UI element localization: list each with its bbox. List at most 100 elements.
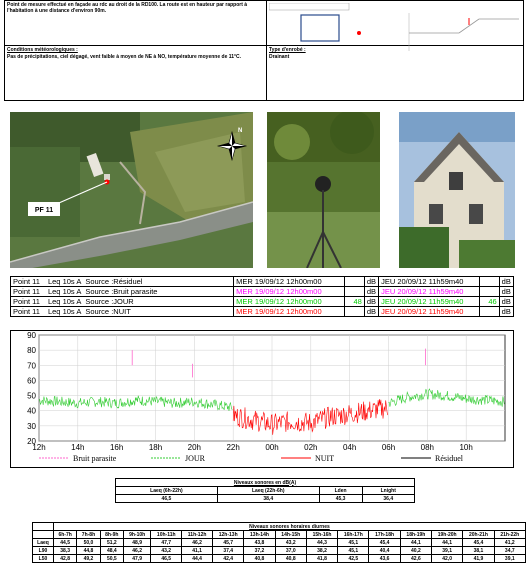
enrobe-value: Drainant bbox=[269, 54, 290, 60]
source-end-cell: JEU 20/09/12 11h59m40 bbox=[378, 296, 480, 307]
aerial-point-label: PF 11 bbox=[35, 207, 53, 214]
horaires-column-header: 7h-8h bbox=[76, 530, 101, 539]
source-point: Point 11 bbox=[13, 277, 40, 286]
horaires-cell: 43,6 bbox=[368, 554, 401, 563]
source-table: Point 11 Leq 10s A Source :Résiduel MER 19/… bbox=[9, 276, 515, 317]
aerial-image: PF 11 N bbox=[10, 112, 253, 268]
horaires-row-label: Laeq bbox=[32, 538, 54, 547]
horaires-column-header: 21h-22h bbox=[493, 530, 527, 539]
source-row: Point 11 Leq 10s A Source :Bruit parasite M… bbox=[9, 286, 515, 297]
niveaux-header: Laeq (22h-6h) bbox=[216, 486, 320, 495]
enrobe-cell: Type d'enrobé : Drainant bbox=[266, 45, 524, 101]
source-label-cell: Point 11 Leq 10s A Source :Résiduel bbox=[9, 276, 235, 287]
horaires-cell: 41,8 bbox=[305, 554, 339, 563]
horaires-column-header: 6h-7h bbox=[52, 530, 78, 539]
x-tick-label: 00h bbox=[265, 443, 278, 452]
niveaux-value: 45,3 bbox=[318, 494, 363, 503]
source-point: Point 11 bbox=[13, 307, 40, 316]
horaires-cell: 41,1 bbox=[181, 546, 214, 555]
description-text: Point de mesure effectué en façade au rd… bbox=[7, 2, 248, 14]
house-shape bbox=[300, 14, 340, 42]
source-name: Source :NUIT bbox=[85, 307, 131, 316]
source-start-value: 48 bbox=[343, 296, 365, 307]
source-end-value bbox=[478, 276, 500, 287]
source-start-cell: MER 19/09/12 12h00m00 bbox=[233, 296, 345, 307]
description-cell: Point de mesure effectué en façade au rd… bbox=[4, 0, 267, 46]
horaires-cell: 41,2 bbox=[493, 538, 527, 547]
horaires-row: Laeq 44,5 50,0 51,2 48,9 47,7 46,2 45,7 43,8 43,2… bbox=[32, 538, 527, 547]
y-tick-label: 80 bbox=[27, 346, 36, 355]
niveaux-header: Lden bbox=[318, 486, 363, 495]
house-photo bbox=[399, 112, 515, 268]
niveaux-header: Lnight bbox=[361, 486, 416, 495]
source-metric: Leq 10s A bbox=[47, 287, 82, 296]
chart-frame: 90 80 70 60 50 40 30 20 12h 14h 16h 18h 20h 22h 00h 02h… bbox=[10, 330, 514, 468]
horaires-cell: 45,1 bbox=[337, 538, 370, 547]
source-point: Point 11 bbox=[13, 297, 40, 306]
horaires-table: Niveaux sonores horaires diurnes 6h-7h 7h… bbox=[32, 522, 527, 563]
horaires-cell: 45,4 bbox=[368, 538, 401, 547]
source-metric: Leq 10s A bbox=[47, 307, 82, 316]
niveaux-value: 36,4 bbox=[361, 494, 416, 503]
horaires-cell: 41,9 bbox=[462, 554, 495, 563]
source-start-value bbox=[343, 306, 365, 317]
horaires-cell: 43,2 bbox=[274, 538, 307, 547]
meteo-label: Conditions météorologiques : bbox=[7, 47, 78, 53]
horaires-cell: 44,1 bbox=[399, 538, 433, 547]
source-start-date: MER 19/09/12 12h00m00 bbox=[236, 287, 322, 296]
source-start-date: MER 19/09/12 12h00m00 bbox=[236, 307, 322, 316]
source-start-cell: MER 19/09/12 12h00m00 bbox=[233, 286, 345, 297]
legend-label: Bruit parasite bbox=[73, 454, 117, 463]
horaires-cell: 37,4 bbox=[212, 546, 245, 555]
meteo-text: Pas de précipitations, ciel dégagé, vent… bbox=[7, 54, 242, 60]
legend-label: JOUR bbox=[185, 454, 206, 463]
site-diagram bbox=[269, 3, 519, 51]
horaires-column-header: 9h-10h bbox=[122, 530, 152, 539]
horaires-row-label: L90 bbox=[32, 546, 54, 555]
source-row: Point 11 Leq 10s A Source :JOUR MER 19/09/1… bbox=[9, 296, 515, 307]
source-unit: dB bbox=[498, 296, 515, 307]
diagram-cell bbox=[266, 0, 524, 51]
horaires-row: L90 38,3 44,8 48,4 46,2 43,2 41,1 37,4 37,2 37,0 3… bbox=[32, 546, 527, 555]
x-tick-label: 12h bbox=[32, 443, 45, 452]
source-end-date: JEU 20/09/12 11h59m40 bbox=[381, 277, 464, 286]
source-unit: dB bbox=[363, 276, 379, 287]
source-name: Source :Bruit parasite bbox=[85, 287, 158, 296]
source-unit: dB bbox=[498, 306, 515, 317]
horaires-cell: 47,9 bbox=[122, 554, 152, 563]
y-tick-label: 90 bbox=[27, 331, 36, 340]
horaires-cell: 37,0 bbox=[274, 546, 307, 555]
source-label-cell: Point 11 Leq 10s A Source :Bruit parasite bbox=[9, 286, 235, 297]
horaires-title: Niveaux sonores horaires diurnes bbox=[52, 522, 527, 531]
x-tick-label: 20h bbox=[188, 443, 201, 452]
horaires-cell: 37,2 bbox=[243, 546, 276, 555]
horaires-column-header: 15h-16h bbox=[305, 530, 339, 539]
horaires-cell: 48,4 bbox=[99, 546, 124, 555]
source-end-date: JEU 20/09/12 11h59m40 bbox=[381, 287, 464, 296]
source-unit: dB bbox=[363, 306, 379, 317]
y-tick-label: 30 bbox=[27, 422, 36, 431]
source-end-cell: JEU 20/09/12 11h59m40 bbox=[378, 306, 480, 317]
source-metric: Leq 10s A bbox=[47, 277, 82, 286]
horaires-cell: 38,3 bbox=[52, 546, 78, 555]
horaires-cell: 44,4 bbox=[181, 554, 214, 563]
source-end-date: JEU 20/09/12 11h59m40 bbox=[381, 297, 464, 306]
horaires-cell: 45,7 bbox=[212, 538, 245, 547]
horaires-cell: 42,0 bbox=[431, 554, 464, 563]
niveaux-table: Niveaux sonores en dB(A) Laeq (6h-22h) La… bbox=[115, 478, 416, 503]
source-start-cell: MER 19/09/12 12h00m00 bbox=[233, 276, 345, 287]
house-image bbox=[399, 112, 515, 268]
horaires-corner bbox=[32, 530, 54, 539]
x-tick-label: 04h bbox=[343, 443, 356, 452]
source-end-value bbox=[478, 286, 500, 297]
x-tick-label: 08h bbox=[421, 443, 434, 452]
horaires-cell: 46,2 bbox=[181, 538, 214, 547]
horaires-cell: 50,0 bbox=[76, 538, 101, 547]
horaires-column-header: 11h-12h bbox=[181, 530, 214, 539]
source-unit: dB bbox=[363, 286, 379, 297]
source-name: Source :JOUR bbox=[85, 297, 134, 306]
horaires-cell: 50,5 bbox=[99, 554, 124, 563]
source-start-date: MER 19/09/12 12h00m00 bbox=[236, 297, 322, 306]
meteo-cell: Conditions météorologiques : Pas de préc… bbox=[4, 45, 267, 101]
horaires-cell: 34,7 bbox=[493, 546, 527, 555]
